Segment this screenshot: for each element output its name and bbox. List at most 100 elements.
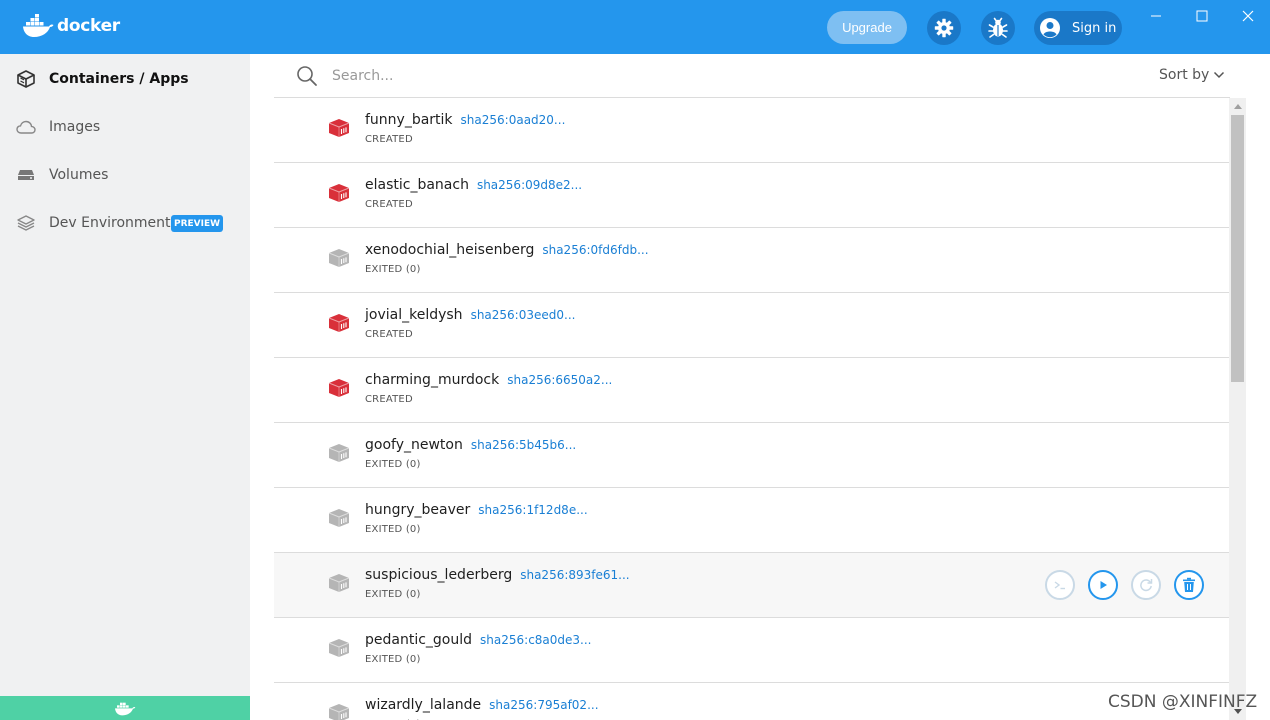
container-name: charming_murdock bbox=[365, 372, 500, 388]
container-row[interactable]: jovial_keldysh sha256:03eed0... CREATED bbox=[274, 293, 1229, 358]
sidebar-item-images[interactable]: Images bbox=[0, 107, 250, 147]
container-list: funny_bartik sha256:0aad20... CREATED elast… bbox=[274, 98, 1229, 720]
container-icon bbox=[328, 443, 350, 463]
search-input[interactable] bbox=[332, 65, 732, 87]
container-status: CREATED bbox=[365, 199, 413, 210]
scrollbar[interactable] bbox=[1229, 98, 1246, 720]
search-bar: Sort by bbox=[274, 54, 1230, 98]
container-stack-icon bbox=[16, 69, 36, 89]
troubleshoot-button[interactable] bbox=[981, 11, 1015, 45]
minimize-icon bbox=[1151, 15, 1161, 17]
sidebar-item-label: Volumes bbox=[49, 167, 109, 183]
container-icon bbox=[328, 573, 350, 593]
container-icon bbox=[328, 638, 350, 658]
container-name: hungry_beaver bbox=[365, 502, 471, 518]
sidebar: Containers / Apps Images Volumes Dev Env… bbox=[0, 54, 250, 720]
container-name-line: wizardly_lalande sha256:795af02... bbox=[365, 697, 599, 713]
image-sha-link[interactable]: sha256:1f12d8e... bbox=[478, 503, 587, 517]
container-status: CREATED bbox=[365, 394, 413, 405]
bug-icon bbox=[988, 17, 1008, 38]
logo-text: docker bbox=[57, 16, 120, 36]
container-status: EXITED (0) bbox=[365, 654, 421, 665]
container-name: elastic_banach bbox=[365, 177, 469, 193]
image-sha-link[interactable]: sha256:893fe61... bbox=[520, 568, 629, 582]
scroll-up-arrow[interactable] bbox=[1229, 98, 1246, 115]
container-name-line: elastic_banach sha256:09d8e2... bbox=[365, 177, 582, 193]
cloud-icon bbox=[16, 117, 36, 137]
image-sha-link[interactable]: sha256:0fd6fdb... bbox=[542, 243, 648, 257]
container-row[interactable]: hungry_beaver sha256:1f12d8e... EXITED (0) bbox=[274, 488, 1229, 553]
image-sha-link[interactable]: sha256:5b45b6... bbox=[471, 438, 576, 452]
search-icon bbox=[297, 66, 317, 86]
sidebar-item-volumes[interactable]: Volumes bbox=[0, 155, 250, 195]
container-status: CREATED bbox=[365, 134, 413, 145]
image-sha-link[interactable]: sha256:c8a0de3... bbox=[480, 633, 591, 647]
container-name: funny_bartik bbox=[365, 112, 453, 128]
container-row[interactable]: pedantic_gould sha256:c8a0de3... EXITED (0… bbox=[274, 618, 1229, 683]
container-row[interactable]: elastic_banach sha256:09d8e2... CREATED bbox=[274, 163, 1229, 228]
restart-button[interactable] bbox=[1131, 570, 1161, 600]
title-bar: docker Upgrade Sign in bbox=[0, 0, 1270, 54]
whale-icon bbox=[115, 702, 136, 716]
container-icon bbox=[328, 508, 350, 528]
container-row[interactable]: suspicious_lederberg sha256:893fe61... EXI… bbox=[274, 553, 1229, 618]
container-row[interactable]: charming_murdock sha256:6650a2... CREATED bbox=[274, 358, 1229, 423]
restart-icon bbox=[1138, 577, 1154, 593]
container-icon bbox=[328, 248, 350, 268]
row-actions bbox=[1045, 570, 1217, 600]
container-row[interactable]: funny_bartik sha256:0aad20... CREATED bbox=[274, 98, 1229, 163]
container-icon bbox=[328, 703, 350, 720]
container-name: suspicious_lederberg bbox=[365, 567, 513, 583]
user-icon bbox=[1040, 18, 1060, 38]
container-name: pedantic_gould bbox=[365, 632, 473, 648]
container-name-line: pedantic_gould sha256:c8a0de3... bbox=[365, 632, 592, 648]
sidebar-item-containers[interactable]: Containers / Apps bbox=[0, 59, 250, 99]
container-name-line: hungry_beaver sha256:1f12d8e... bbox=[365, 502, 588, 518]
chevron-down-icon bbox=[1214, 71, 1225, 79]
triangle-up-icon bbox=[1233, 104, 1242, 109]
image-sha-link[interactable]: sha256:0aad20... bbox=[461, 113, 566, 127]
play-icon bbox=[1097, 579, 1109, 591]
start-button[interactable] bbox=[1088, 570, 1118, 600]
sidebar-item-dev-environments[interactable]: Dev Environments PREVIEW bbox=[0, 203, 250, 243]
container-name-line: goofy_newton sha256:5b45b6... bbox=[365, 437, 576, 453]
image-sha-link[interactable]: sha256:09d8e2... bbox=[477, 178, 582, 192]
image-sha-link[interactable]: sha256:6650a2... bbox=[507, 373, 612, 387]
whale-icon bbox=[23, 14, 54, 37]
container-status: EXITED (0) bbox=[365, 264, 421, 275]
container-status: CREATED bbox=[365, 329, 413, 340]
engine-status-bar[interactable] bbox=[0, 696, 250, 720]
settings-button[interactable] bbox=[927, 11, 961, 45]
sidebar-item-label: Containers / Apps bbox=[49, 71, 189, 87]
container-row[interactable]: xenodochial_heisenberg sha256:0fd6fdb... E… bbox=[274, 228, 1229, 293]
container-name-line: jovial_keldysh sha256:03eed0... bbox=[365, 307, 575, 323]
sign-in-label: Sign in bbox=[1072, 20, 1117, 36]
disk-icon bbox=[16, 165, 36, 185]
container-name: wizardly_lalande bbox=[365, 697, 482, 713]
upgrade-button[interactable]: Upgrade bbox=[827, 11, 907, 44]
docker-logo: docker bbox=[22, 14, 120, 38]
close-button[interactable] bbox=[1228, 4, 1268, 28]
container-name-line: charming_murdock sha256:6650a2... bbox=[365, 372, 612, 388]
container-icon bbox=[328, 313, 350, 333]
maximize-button[interactable] bbox=[1182, 4, 1222, 28]
container-row[interactable]: wizardly_lalandesha256:795af02...EXITED … bbox=[274, 683, 1229, 720]
container-status: EXITED (0) bbox=[365, 589, 421, 600]
close-icon bbox=[1242, 10, 1254, 22]
sidebar-item-label: Images bbox=[49, 119, 101, 135]
preview-badge: PREVIEW bbox=[171, 215, 224, 232]
terminal-icon bbox=[1053, 579, 1067, 591]
container-row[interactable]: goofy_newton sha256:5b45b6... EXITED (0) bbox=[274, 423, 1229, 488]
container-name-line: suspicious_lederberg sha256:893fe61... bbox=[365, 567, 630, 583]
scroll-thumb[interactable] bbox=[1231, 115, 1244, 382]
trash-icon bbox=[1182, 577, 1196, 593]
cli-button[interactable] bbox=[1045, 570, 1075, 600]
minimize-button[interactable] bbox=[1136, 4, 1176, 28]
sign-in-button[interactable]: Sign in bbox=[1034, 11, 1122, 45]
gear-icon bbox=[934, 18, 954, 38]
image-sha-link[interactable]: sha256:03eed0... bbox=[471, 308, 576, 322]
image-sha-link[interactable]: sha256:795af02... bbox=[489, 698, 598, 712]
sort-by-dropdown[interactable]: Sort by bbox=[1159, 67, 1225, 83]
container-name-line: funny_bartik sha256:0aad20... bbox=[365, 112, 565, 128]
delete-button[interactable] bbox=[1174, 570, 1204, 600]
